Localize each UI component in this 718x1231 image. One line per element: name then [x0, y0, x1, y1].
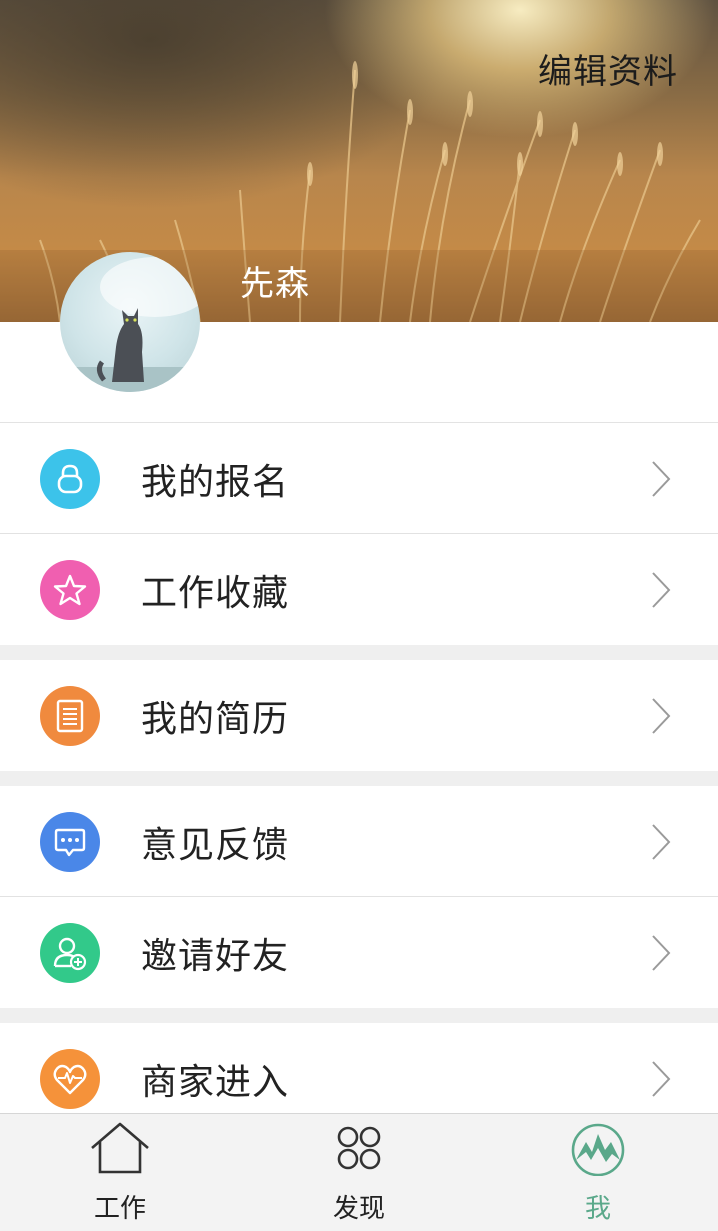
- resume-icon: [40, 686, 100, 746]
- tab-label: 发现: [332, 1194, 385, 1224]
- chevron-right-icon: [652, 1061, 671, 1097]
- bottom-tab-bar: 工作 发现 我: [0, 1113, 718, 1231]
- menu-item-invite-friends[interactable]: 邀请好友: [0, 897, 718, 1008]
- menu-item-feedback[interactable]: 意见反馈: [0, 786, 718, 897]
- cat-avatar-image: [60, 257, 200, 392]
- tab-label: 我: [584, 1194, 611, 1224]
- menu-item-my-resume[interactable]: 我的简历: [0, 660, 718, 771]
- menu-item-label: 工作收藏: [141, 573, 290, 614]
- grid-circles-icon: [337, 1126, 381, 1170]
- menu-item-my-applications[interactable]: 我的报名: [0, 423, 718, 534]
- lock-icon: [40, 449, 100, 509]
- avatar[interactable]: [60, 252, 200, 392]
- chevron-right-icon: [652, 824, 671, 860]
- home-icon: [91, 1122, 149, 1174]
- profile-mountain-icon: [571, 1123, 625, 1176]
- heart-icon: [40, 1049, 100, 1109]
- chevron-right-icon: [652, 935, 671, 971]
- chevron-right-icon: [652, 572, 671, 608]
- tab-label: 工作: [93, 1194, 146, 1224]
- menu-item-label: 我的报名: [141, 462, 290, 503]
- menu-group-3: 意见反馈 邀请好友: [0, 786, 718, 1008]
- menu-group-1: 我的报名 工作收藏: [0, 423, 718, 645]
- menu-group-2: 我的简历: [0, 660, 718, 771]
- chat-icon: [40, 812, 100, 872]
- tab-me[interactable]: 我: [498, 1114, 698, 1231]
- add-user-icon: [40, 923, 100, 983]
- menu-item-label: 商家进入: [141, 1062, 290, 1103]
- chevron-right-icon: [652, 698, 671, 734]
- edit-profile-button[interactable]: 编辑资料: [538, 44, 678, 93]
- tab-discover[interactable]: 发现: [259, 1114, 459, 1231]
- tab-work[interactable]: 工作: [20, 1114, 220, 1231]
- menu-item-label: 邀请好友: [141, 936, 290, 977]
- menu-item-label: 我的简历: [141, 699, 290, 740]
- star-icon: [40, 560, 100, 620]
- chevron-right-icon: [652, 461, 671, 497]
- menu-item-label: 意见反馈: [141, 825, 290, 866]
- username: 先森: [240, 264, 310, 304]
- menu-item-job-favorites[interactable]: 工作收藏: [0, 534, 718, 645]
